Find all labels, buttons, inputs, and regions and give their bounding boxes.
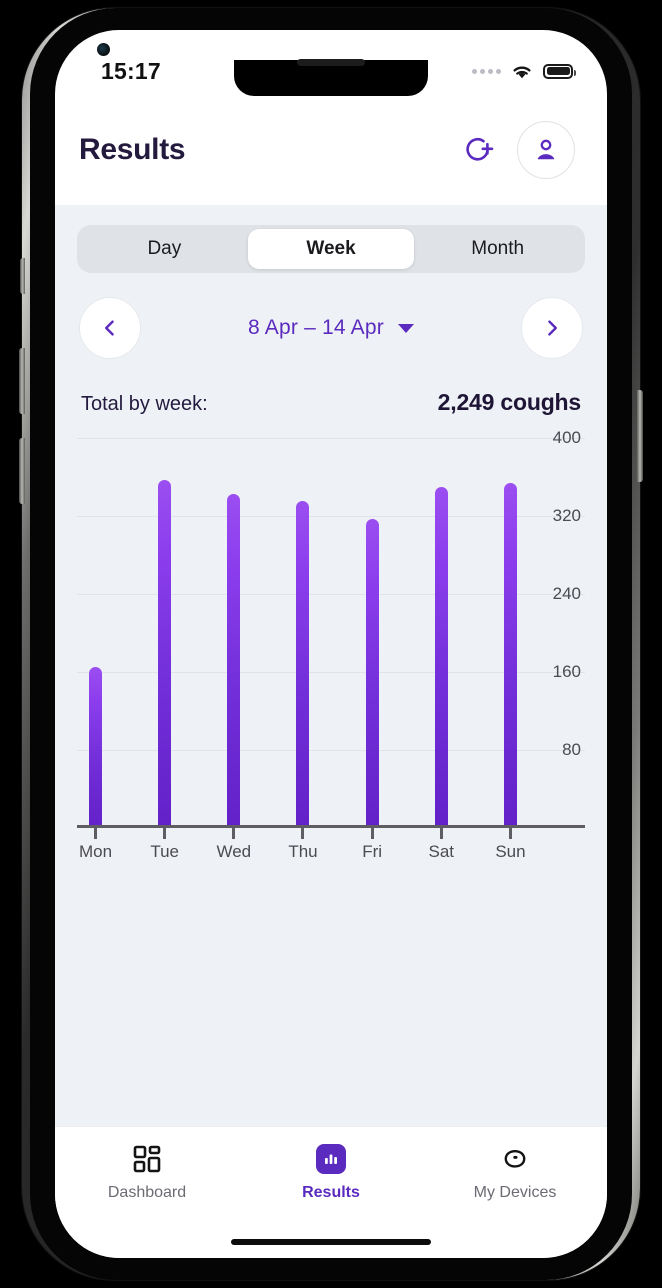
- bar-column[interactable]: [365, 438, 379, 828]
- x-axis-tick-label: Thu: [288, 842, 318, 861]
- front-camera-icon: [97, 43, 110, 56]
- x-axis-tick: [227, 828, 240, 839]
- chevron-right-icon: [548, 320, 557, 336]
- results-content: Day Week Month 8 Apr – 14 Apr Total by w…: [55, 205, 607, 1126]
- chart-bar[interactable]: [158, 479, 172, 828]
- tab-results[interactable]: Results: [239, 1143, 423, 1202]
- volume-down-button[interactable]: [19, 438, 25, 504]
- x-axis-tick-label: Sat: [428, 842, 455, 861]
- bar-column[interactable]: [503, 438, 517, 828]
- chart-bar[interactable]: [89, 667, 102, 828]
- x-axis-tick-label: Mon: [78, 842, 113, 861]
- chart-plot-area: 400 320 240 160 80: [77, 428, 585, 828]
- x-axis-tick-label: Sun: [495, 842, 526, 861]
- x-axis-tick: [89, 828, 102, 839]
- y-axis-tick-label: 160: [552, 662, 581, 681]
- y-axis-tick-label: 240: [552, 584, 581, 603]
- x-axis-tick: [366, 828, 379, 839]
- status-time: 15:17: [101, 57, 161, 84]
- bar-column[interactable]: [296, 438, 310, 828]
- total-value: 2,249 coughs: [437, 389, 582, 415]
- chart-bars: [77, 438, 529, 828]
- app-header: Results: [55, 94, 607, 205]
- chart-bar[interactable]: [503, 482, 517, 828]
- grid-icon: [132, 1143, 162, 1175]
- tab-results-label: Results: [302, 1184, 360, 1201]
- chart-bar[interactable]: [365, 518, 379, 828]
- bar-column[interactable]: [227, 438, 241, 828]
- tab-month[interactable]: Month: [414, 229, 581, 269]
- home-indicator[interactable]: [231, 1239, 431, 1245]
- battery-full-icon: [543, 63, 576, 79]
- bar-column[interactable]: [89, 438, 102, 828]
- wifi-icon: [513, 66, 531, 78]
- date-range-label: 8 Apr – 14 Apr: [248, 316, 384, 339]
- y-axis-tick-label: 320: [552, 506, 581, 525]
- weekly-total-row: Total by week: 2,249 coughs: [77, 389, 585, 416]
- tab-day[interactable]: Day: [81, 229, 248, 269]
- tab-dashboard[interactable]: Dashboard: [55, 1143, 239, 1202]
- x-axis-tick-label: Tue: [150, 842, 179, 861]
- profile-button[interactable]: [517, 120, 575, 179]
- period-segmented-control[interactable]: Day Week Month: [77, 225, 585, 273]
- status-indicators: [472, 63, 576, 80]
- header-actions: [459, 120, 575, 179]
- add-circle-icon[interactable]: [459, 130, 499, 170]
- cough-bar-chart: 400 320 240 160 80 Mon Tue Wed Thu Fri Sat Sun: [77, 428, 585, 868]
- chart-x-axis: Mon Tue Wed Thu Fri Sat Sun: [77, 828, 529, 868]
- power-button[interactable]: [637, 390, 643, 482]
- previous-week-button[interactable]: [79, 297, 141, 359]
- screenshot-stage: 15:17 Results Day Week Month 8 Apr – 14 …: [0, 0, 662, 1288]
- chart-x-ticks: [77, 828, 529, 839]
- caret-down-icon: [397, 323, 414, 333]
- x-axis-tick: [296, 828, 309, 839]
- phone-screen: 15:17 Results Day Week Month 8 Apr – 14 …: [55, 30, 607, 1258]
- x-axis-tick: [435, 828, 448, 839]
- chart-bar[interactable]: [227, 493, 241, 828]
- tab-dashboard-label: Dashboard: [107, 1184, 187, 1201]
- bar-column[interactable]: [158, 438, 172, 828]
- x-axis-tick: [158, 828, 171, 839]
- y-axis-tick-label: 400: [552, 428, 581, 447]
- bar-column[interactable]: [434, 438, 448, 828]
- device-icon: [500, 1143, 530, 1175]
- chart-x-labels: Mon Tue Wed Thu Fri Sat Sun: [77, 842, 529, 862]
- x-axis-tick-label: Fri: [362, 842, 383, 861]
- person-icon: [537, 139, 555, 159]
- silent-switch[interactable]: [20, 258, 25, 294]
- page-title: Results: [79, 132, 186, 166]
- tab-week[interactable]: Week: [247, 229, 415, 269]
- volume-up-button[interactable]: [19, 348, 25, 414]
- chevron-left-icon: [105, 320, 114, 336]
- earpiece-speaker: [297, 59, 365, 66]
- chart-bar[interactable]: [434, 486, 448, 828]
- next-week-button[interactable]: [521, 297, 583, 359]
- date-range-selector[interactable]: 8 Apr – 14 Apr: [248, 316, 414, 340]
- cellular-dots-icon: [472, 68, 501, 74]
- date-navigator: 8 Apr – 14 Apr: [77, 297, 585, 359]
- tab-my-devices-label: My Devices: [473, 1184, 557, 1201]
- x-axis-tick-label: Wed: [216, 842, 252, 861]
- tab-my-devices[interactable]: My Devices: [423, 1143, 607, 1202]
- chart-bar[interactable]: [296, 501, 310, 828]
- y-axis-tick-label: 80: [562, 740, 581, 759]
- x-axis-tick: [504, 828, 517, 839]
- bar-chart-icon: [316, 1143, 346, 1175]
- total-label: Total by week:: [81, 393, 208, 415]
